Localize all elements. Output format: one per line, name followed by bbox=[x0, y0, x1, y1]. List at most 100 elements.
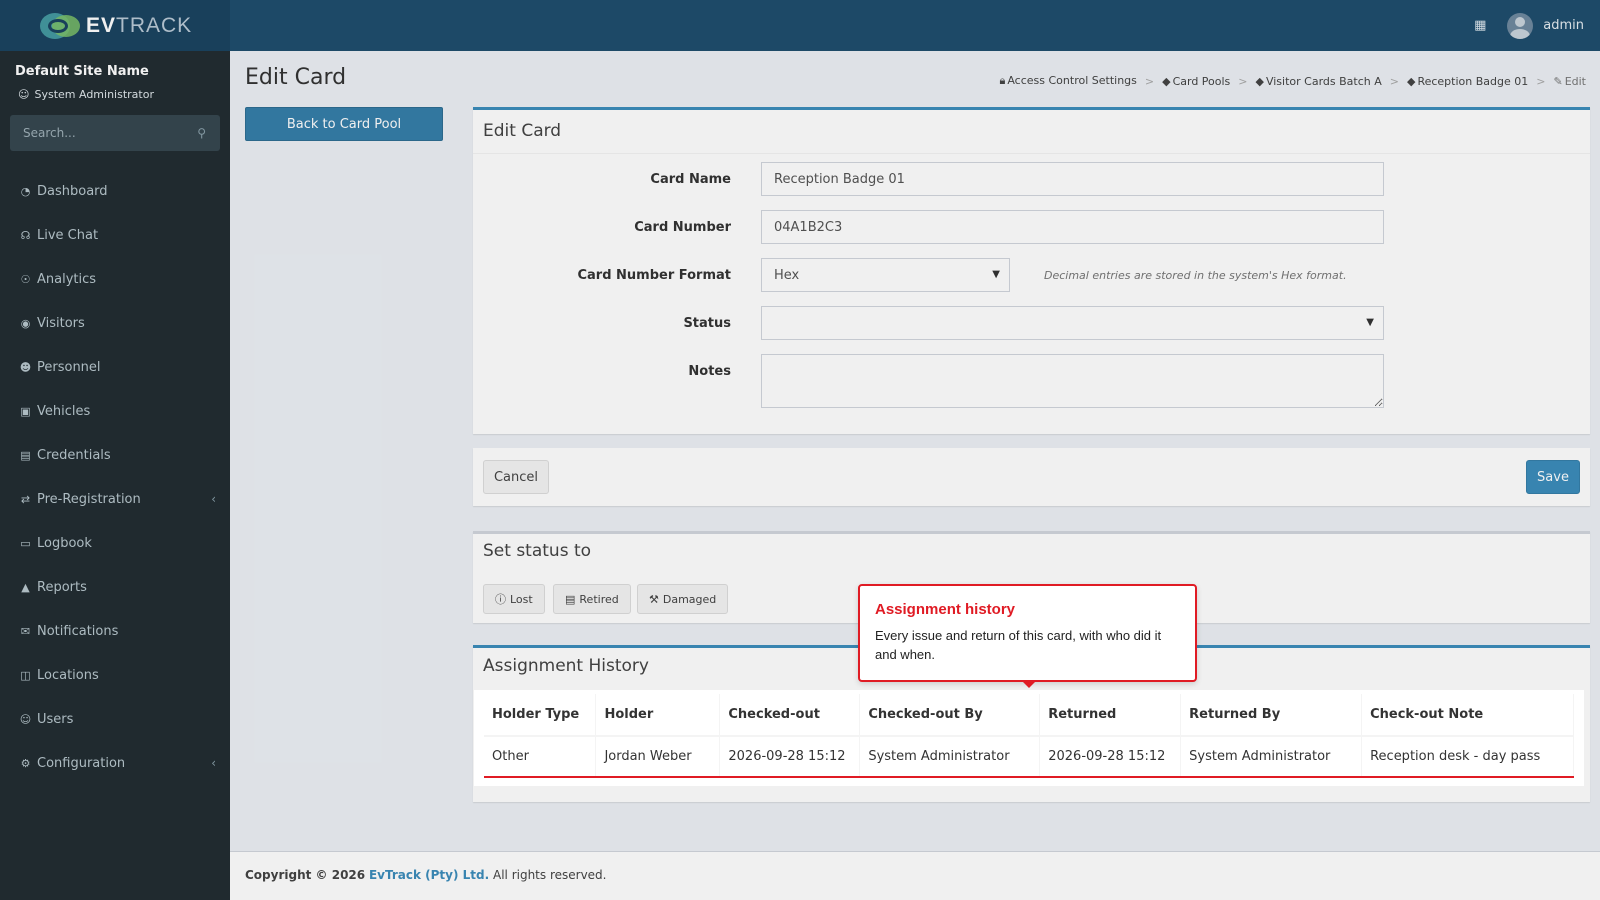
sidebar-item-personnel[interactable]: ☻ Personnel bbox=[0, 345, 230, 389]
footer: Copyright © 2026 EvTrack (Pty) Ltd. All … bbox=[230, 851, 1600, 900]
breadcrumb-edit: ✎ Edit bbox=[1553, 74, 1586, 88]
sidebar-item-users[interactable]: ☺ Users bbox=[0, 697, 230, 741]
back-to-card-pool-button[interactable]: Back to Card Pool bbox=[245, 107, 443, 141]
user-cog-icon: ☺ bbox=[19, 712, 32, 726]
sidebar-item-reports[interactable]: ▲ Reports bbox=[0, 565, 230, 609]
breadcrumb-separator: > bbox=[1144, 74, 1155, 88]
sidebar-nav: ◔ Dashboard ☊ Live Chat ☉ Analytics ◉ Visito… bbox=[0, 169, 230, 785]
sidebar-item-pre-registration[interactable]: ⇄ Pre-Registration ‹ bbox=[0, 477, 230, 521]
breadcrumb-card-pool[interactable]: ◆ Visitor Cards Batch A bbox=[1256, 75, 1382, 88]
status-retired-button[interactable]: ▤ Retired bbox=[553, 584, 631, 614]
edit-card-box: Edit Card Card Name Card Number Card Num… bbox=[473, 107, 1590, 434]
logo-mark-icon bbox=[40, 11, 84, 41]
footer-rights: All rights reserved. bbox=[493, 868, 607, 882]
form-actions: Cancel Save bbox=[473, 448, 1590, 506]
status-label: Status bbox=[683, 316, 731, 331]
sidebar-item-locations[interactable]: ◫ Locations bbox=[0, 653, 230, 697]
chat-icon: ✉ bbox=[20, 624, 31, 638]
highlight-underline bbox=[484, 776, 1574, 778]
tooltip-body: Every issue and return of this card, wit… bbox=[875, 628, 1162, 662]
alert-circle-icon: ⓘ bbox=[495, 593, 506, 606]
card-number-input[interactable] bbox=[761, 210, 1384, 244]
status-lost-button[interactable]: ⓘ Lost bbox=[483, 584, 545, 614]
eye-icon: ◉ bbox=[20, 316, 31, 330]
cancel-button[interactable]: Cancel bbox=[483, 460, 549, 494]
notes-label: Notes bbox=[688, 364, 731, 379]
footer-copyright: Copyright © 2026 bbox=[245, 868, 366, 882]
column-header: Holder bbox=[595, 694, 721, 737]
search-input[interactable] bbox=[10, 115, 180, 151]
chevron-down-icon: ▼ bbox=[992, 269, 1000, 280]
sidebar-item-live-chat[interactable]: ☊ Live Chat bbox=[0, 213, 230, 257]
column-header: Checked-out By bbox=[859, 694, 1041, 737]
tooltip-title: Assignment history bbox=[875, 601, 1016, 618]
footer-company-link[interactable]: EvTrack (Pty) Ltd. bbox=[369, 868, 489, 882]
sidebar-item-vehicles[interactable]: ▣ Vehicles bbox=[0, 389, 230, 433]
table-cell: System Administrator bbox=[859, 736, 1041, 776]
breadcrumb: 🔒︎ Access Control Settings > ◆ Card Pools … bbox=[999, 74, 1586, 88]
notes-textarea[interactable] bbox=[761, 354, 1384, 408]
table-header-row: Holder Type Holder Checked-out Checked-o… bbox=[484, 694, 1574, 737]
avatar[interactable] bbox=[1507, 12, 1534, 39]
chart-icon: ▲ bbox=[21, 580, 30, 594]
status-damaged-button[interactable]: ⚒ Damaged bbox=[637, 584, 729, 614]
map-icon: ◫ bbox=[20, 668, 31, 682]
sidebar-search: ⚲ bbox=[10, 115, 220, 151]
card-name-label: Card Name bbox=[650, 172, 731, 187]
user-icon: ☺ bbox=[18, 88, 30, 101]
page-title: Edit Card bbox=[245, 65, 347, 90]
chevron-left-icon: ‹ bbox=[211, 756, 216, 770]
search-icon[interactable]: ⚲ bbox=[197, 126, 206, 140]
top-bar: EVTRACK ▦ admin bbox=[0, 0, 1600, 51]
top-right-nav: ▦ admin bbox=[1473, 0, 1584, 51]
tooltip-arrow bbox=[1022, 681, 1036, 688]
sidebar-item-analytics[interactable]: ☉ Analytics bbox=[0, 257, 230, 301]
wrench-icon: ⚒ bbox=[649, 592, 659, 606]
card-format-help: Decimal entries are stored in the system… bbox=[1044, 269, 1347, 282]
table-cell: 2026-09-28 15:12 bbox=[1039, 736, 1182, 776]
tag-icon: ◆ bbox=[1162, 74, 1171, 88]
sidebar-item-notifications[interactable]: ✉ Notifications bbox=[0, 609, 230, 653]
sidebar-item-visitors[interactable]: ◉ Visitors bbox=[0, 301, 230, 345]
table-cell: Jordan Weber bbox=[595, 736, 721, 776]
card-format-select[interactable]: Hex ▼ bbox=[761, 258, 1010, 292]
chevron-left-icon: ‹ bbox=[211, 492, 216, 506]
card-format-label: Card Number Format bbox=[577, 268, 731, 283]
table-cell: Other bbox=[484, 736, 597, 776]
car-icon: ▣ bbox=[20, 404, 31, 418]
sidebar-item-configuration[interactable]: ⚙ Configuration ‹ bbox=[0, 741, 230, 785]
assignment-history-table: Holder Type Holder Checked-out Checked-o… bbox=[478, 694, 1580, 782]
logo[interactable]: EVTRACK bbox=[0, 0, 230, 51]
column-header: Check-out Note bbox=[1361, 694, 1574, 737]
breadcrumb-card[interactable]: ◆ Reception Badge 01 bbox=[1407, 75, 1528, 88]
sidebar-item-logbook[interactable]: ▭ Logbook bbox=[0, 521, 230, 565]
column-header: Holder Type bbox=[484, 694, 597, 737]
sidebar-item-dashboard[interactable]: ◔ Dashboard bbox=[0, 169, 230, 213]
table-cell: Reception desk - day pass bbox=[1361, 736, 1574, 776]
card-name-input[interactable] bbox=[761, 162, 1384, 196]
save-button[interactable]: Save bbox=[1526, 460, 1580, 494]
set-status-title: Set status to bbox=[483, 541, 592, 561]
book-icon: ▭ bbox=[20, 536, 31, 550]
sidebar-item-credentials[interactable]: ▤ Credentials bbox=[0, 433, 230, 477]
chevron-down-icon: ▼ bbox=[1366, 317, 1374, 328]
user-name[interactable]: admin bbox=[1543, 18, 1584, 33]
exchange-icon: ⇄ bbox=[20, 492, 31, 506]
gear-icon: ⚙ bbox=[20, 756, 31, 770]
breadcrumb-card-pools[interactable]: ◆ Card Pools bbox=[1162, 75, 1230, 88]
column-header: Returned bbox=[1039, 694, 1182, 737]
breadcrumb-access-control[interactable]: 🔒︎ Access Control Settings bbox=[999, 74, 1136, 88]
tour-tooltip: Assignment history Every issue and retur… bbox=[858, 584, 1197, 688]
target-icon: ☉ bbox=[20, 272, 31, 286]
user-role: ☺ System Administrator bbox=[18, 88, 154, 101]
column-header: Checked-out bbox=[719, 694, 861, 737]
pencil-icon: ✎ bbox=[1553, 74, 1563, 88]
dashboard-icon: ◔ bbox=[20, 184, 31, 198]
headset-icon: ☊ bbox=[20, 228, 31, 242]
status-select[interactable]: ▼ bbox=[761, 306, 1384, 340]
table-row[interactable]: Other Jordan Weber 2026-09-28 15:12 Syst… bbox=[484, 736, 1574, 776]
edit-card-box-title: Edit Card bbox=[483, 121, 562, 141]
column-header: Returned By bbox=[1180, 694, 1363, 737]
tag-icon: ◆ bbox=[1255, 74, 1264, 88]
building-icon[interactable]: ▦ bbox=[1473, 18, 1487, 33]
